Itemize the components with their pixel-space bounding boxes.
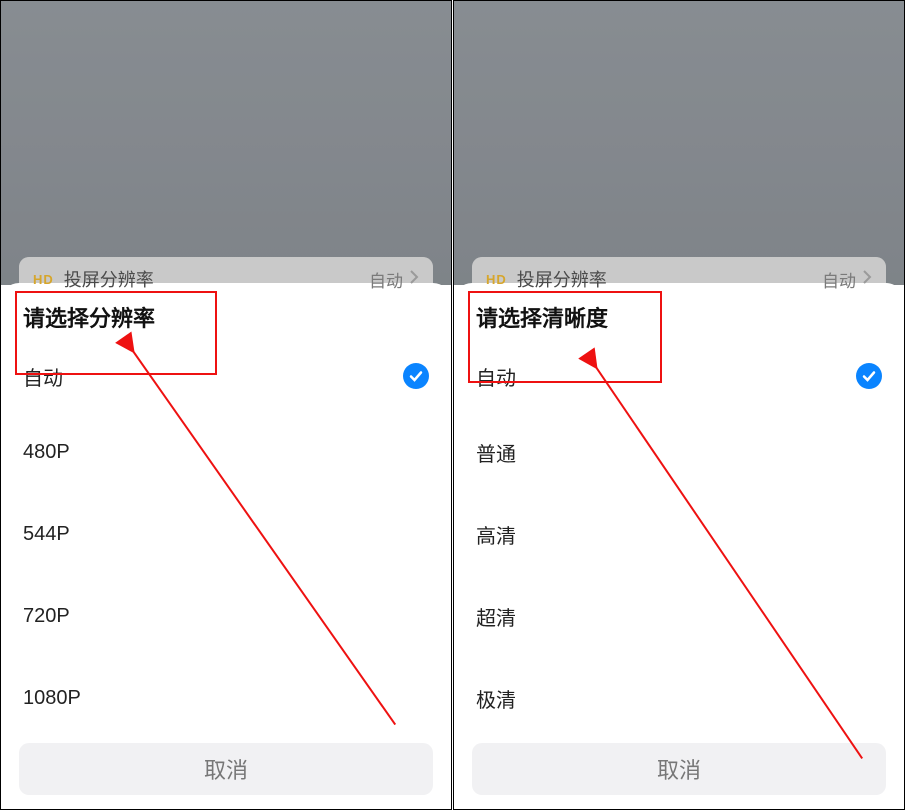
hd-badge: HD bbox=[33, 272, 54, 287]
action-sheet: 请选择分辨率 自动 480P 544P 720P 1080P 取消 bbox=[1, 283, 451, 809]
cancel-button[interactable]: 取消 bbox=[19, 743, 433, 795]
option-auto[interactable]: 自动 bbox=[1, 341, 451, 411]
option-1080p[interactable]: 1080P bbox=[1, 657, 451, 739]
cancel-label: 取消 bbox=[204, 753, 248, 785]
option-auto[interactable]: 自动 bbox=[454, 341, 904, 411]
background-dim-overlay bbox=[1, 1, 451, 285]
screenshot-right: HD 投屏分辨率 自动 请选择清晰度 自动 普通 高清 超清 bbox=[453, 0, 905, 810]
background-dim-overlay bbox=[454, 1, 904, 285]
option-label: 480P bbox=[23, 441, 70, 464]
chevron-right-icon bbox=[862, 269, 872, 290]
option-uhd[interactable]: 超清 bbox=[454, 575, 904, 657]
options-list: 自动 480P 544P 720P 1080P bbox=[1, 341, 451, 739]
option-label: 超清 bbox=[476, 602, 516, 631]
option-label: 普通 bbox=[476, 438, 516, 467]
option-label: 1080P bbox=[23, 687, 81, 710]
cancel-button[interactable]: 取消 bbox=[472, 743, 886, 795]
option-label: 高清 bbox=[476, 520, 516, 549]
checkmark-circle-icon bbox=[856, 363, 882, 389]
option-label: 720P bbox=[23, 605, 70, 628]
sheet-title: 请选择清晰度 bbox=[454, 301, 904, 341]
option-label: 自动 bbox=[476, 362, 516, 391]
option-label: 544P bbox=[23, 523, 70, 546]
option-hd[interactable]: 高清 bbox=[454, 493, 904, 575]
hd-badge: HD bbox=[486, 272, 507, 287]
option-normal[interactable]: 普通 bbox=[454, 411, 904, 493]
setting-row-label: 投屏分辨率 bbox=[64, 266, 369, 292]
options-list: 自动 普通 高清 超清 极清 bbox=[454, 341, 904, 739]
cancel-label: 取消 bbox=[657, 753, 701, 785]
checkmark-circle-icon bbox=[403, 363, 429, 389]
sheet-title: 请选择分辨率 bbox=[1, 301, 451, 341]
option-label: 自动 bbox=[23, 362, 63, 391]
setting-row-value: 自动 bbox=[369, 267, 403, 292]
setting-row-label: 投屏分辨率 bbox=[517, 266, 822, 292]
setting-row-value: 自动 bbox=[822, 267, 856, 292]
screenshot-left: HD 投屏分辨率 自动 请选择分辨率 自动 480P 544P 720P bbox=[0, 0, 452, 810]
option-720p[interactable]: 720P bbox=[1, 575, 451, 657]
action-sheet: 请选择清晰度 自动 普通 高清 超清 极清 取消 bbox=[454, 283, 904, 809]
option-extreme[interactable]: 极清 bbox=[454, 657, 904, 739]
option-480p[interactable]: 480P bbox=[1, 411, 451, 493]
chevron-right-icon bbox=[409, 269, 419, 290]
option-label: 极清 bbox=[476, 684, 516, 713]
option-544p[interactable]: 544P bbox=[1, 493, 451, 575]
